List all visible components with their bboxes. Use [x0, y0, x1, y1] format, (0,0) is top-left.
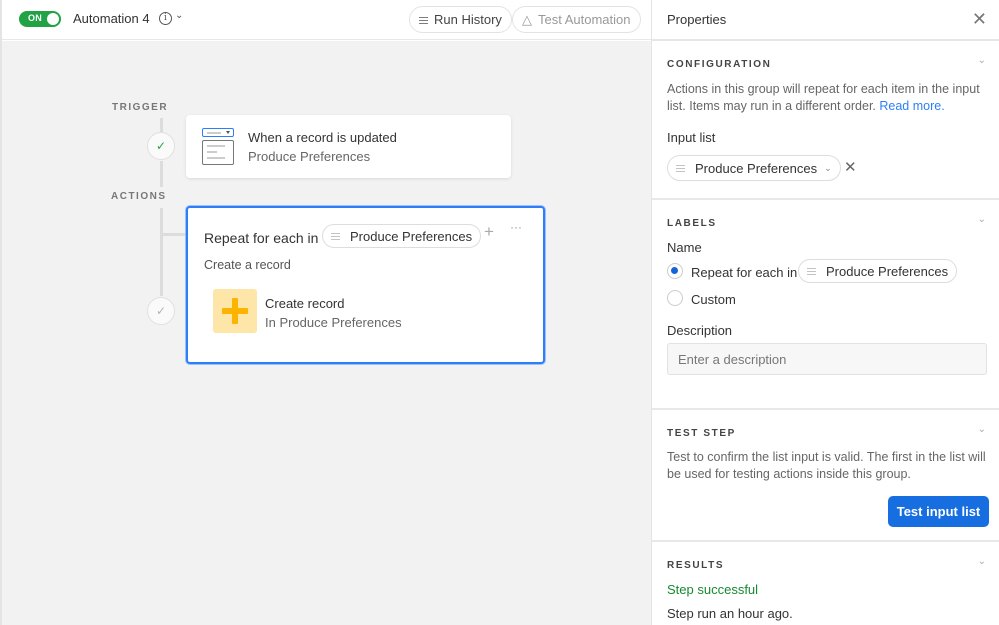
trigger-title: When a record is updated	[248, 130, 397, 145]
toggle-label: ON	[28, 13, 43, 23]
trigger-table: Produce Preferences	[248, 149, 371, 164]
flask-icon: △	[522, 11, 532, 27]
radio-custom-label: Custom	[691, 292, 736, 307]
name-list-chip-label: Produce Preferences	[826, 263, 949, 279]
workflow-canvas[interactable]: TRIGGER ✓ ACTIONS ✓ When a record is upd…	[2, 41, 651, 625]
clear-input-list-icon[interactable]: ✕	[844, 158, 857, 176]
repeat-list-chip-label: Produce Preferences	[350, 228, 473, 244]
panel-title: Properties	[667, 12, 727, 27]
connector-line	[160, 161, 163, 187]
action-title[interactable]: Create record	[265, 296, 344, 311]
close-icon[interactable]: ✕	[972, 9, 987, 30]
chevron-down-icon[interactable]: ⌄	[175, 10, 183, 21]
list-icon	[807, 267, 816, 275]
labels-section: LABELS ⌄ Name Repeat for each in Produce…	[652, 200, 999, 410]
form-record-icon	[202, 128, 234, 165]
result-status: Step successful	[667, 582, 759, 597]
action-status-check-icon: ✓	[147, 297, 175, 325]
chevron-down-icon: ⌄	[824, 162, 832, 173]
toggle-knob	[47, 13, 59, 25]
repeat-list-chip[interactable]: Produce Preferences	[322, 224, 482, 248]
read-more-link[interactable]: Read more.	[879, 99, 944, 113]
results-section: RESULTS ⌄ Step successful Step run an ho…	[652, 542, 999, 625]
collapse-chevron-icon[interactable]: ⌄	[978, 424, 986, 435]
input-list-select[interactable]: Produce Preferences ⌄	[667, 155, 841, 181]
labels-heading: LABELS	[667, 218, 717, 229]
trigger-card[interactable]: When a record is updated Produce Prefere…	[186, 115, 511, 178]
configuration-heading: CONFIGURATION	[667, 59, 772, 70]
results-heading: RESULTS	[667, 560, 725, 571]
list-icon	[419, 16, 428, 24]
trigger-status-check-icon: ✓	[147, 132, 175, 160]
test-automation-label: Test Automation	[538, 12, 631, 27]
collapse-chevron-icon[interactable]: ⌄	[978, 214, 986, 225]
properties-panel: Properties ✕ CONFIGURATION ⌄ Actions in …	[651, 0, 999, 625]
action-table: In Produce Preferences	[265, 315, 402, 330]
create-record-plus-icon	[213, 289, 257, 333]
test-step-heading: TEST STEP	[667, 428, 736, 439]
test-input-list-button[interactable]: Test input list	[888, 496, 989, 527]
repeat-title: Repeat for each in	[204, 230, 319, 246]
repeat-subtitle: Create a record	[204, 258, 291, 272]
radio-custom-name[interactable]	[667, 290, 683, 306]
collapse-chevron-icon[interactable]: ⌄	[978, 55, 986, 66]
input-list-value: Produce Preferences	[695, 160, 818, 176]
test-automation-button[interactable]: △ Test Automation	[512, 6, 641, 33]
repeat-group-card[interactable]: Repeat for each in Produce Preferences +…	[186, 206, 545, 364]
panel-header: Properties ✕	[652, 0, 999, 41]
trigger-section-label: TRIGGER	[112, 102, 169, 113]
top-bar: ON Automation 4 i ⌄ Run History △ Test A…	[2, 0, 651, 40]
more-options-icon[interactable]: ···	[510, 220, 522, 234]
actions-section-label: ACTIONS	[111, 191, 167, 202]
name-label: Name	[667, 240, 702, 255]
radio-default-name[interactable]	[667, 263, 683, 279]
description-input[interactable]	[667, 343, 987, 375]
result-time: Step run an hour ago.	[667, 606, 793, 621]
collapse-chevron-icon[interactable]: ⌄	[978, 556, 986, 567]
configuration-section: CONFIGURATION ⌄ Actions in this group wi…	[652, 41, 999, 200]
connector-branch-line	[160, 233, 187, 236]
description-label: Description	[667, 323, 733, 338]
list-icon	[331, 232, 340, 240]
automation-name[interactable]: Automation 4	[73, 11, 150, 26]
info-icon[interactable]: i	[159, 12, 172, 25]
configuration-description: Actions in this group will repeat for ea…	[667, 81, 992, 115]
test-step-section: TEST STEP ⌄ Test to confirm the list inp…	[652, 410, 999, 542]
connector-line	[160, 208, 163, 296]
automation-editor: ON Automation 4 i ⌄ Run History △ Test A…	[0, 0, 651, 625]
input-list-label: Input list	[667, 130, 716, 145]
add-action-plus-icon[interactable]: +	[484, 222, 494, 242]
automation-on-toggle[interactable]: ON	[19, 11, 61, 27]
radio-default-label: Repeat for each in	[691, 265, 798, 280]
name-list-chip: Produce Preferences	[798, 259, 958, 283]
connector-line	[160, 118, 163, 132]
list-icon	[676, 164, 685, 172]
run-history-label: Run History	[434, 12, 502, 27]
test-step-description: Test to confirm the list input is valid.…	[667, 450, 986, 481]
run-history-button[interactable]: Run History	[409, 6, 512, 33]
